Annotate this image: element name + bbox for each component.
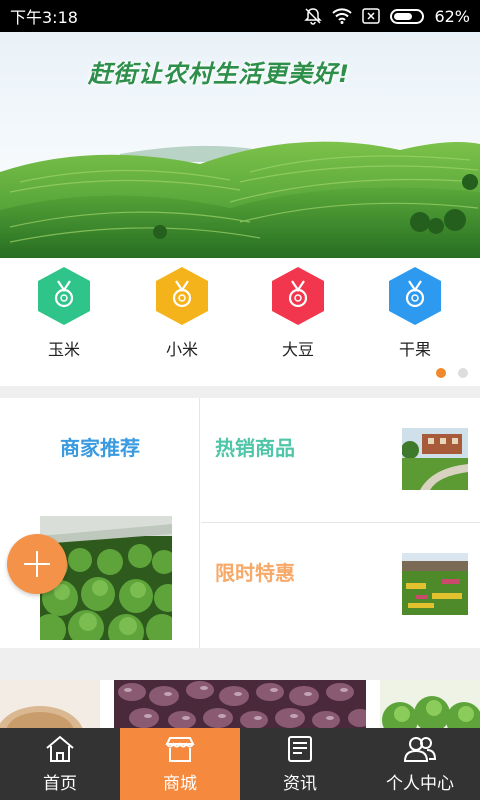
- pager-dot-active[interactable]: [436, 368, 446, 378]
- nav-item-profile[interactable]: 个人中心: [360, 728, 480, 800]
- limited-offer-title: 限时特惠: [215, 561, 295, 585]
- battery-icon: [390, 8, 425, 24]
- nav-item-news[interactable]: 资讯: [240, 728, 360, 800]
- hot-products-card[interactable]: 热销商品: [201, 398, 480, 523]
- merchant-recommend-title: 商家推荐: [60, 436, 140, 460]
- add-fab-button[interactable]: [7, 534, 67, 594]
- category-label: 小米: [165, 340, 198, 359]
- nav-label: 首页: [43, 773, 77, 794]
- home-icon: [46, 735, 74, 762]
- nav-item-home[interactable]: 首页: [0, 728, 120, 800]
- status-icons: 62%: [304, 7, 470, 26]
- news-icon: [288, 735, 312, 762]
- limited-offer-card[interactable]: 限时特惠: [201, 523, 480, 648]
- featured-section: 商家推荐 热销商品 限时特惠: [0, 398, 480, 648]
- medal-icon: [38, 267, 90, 325]
- users-icon: [403, 736, 437, 762]
- banner-slogan: 赶街让农村生活更美好!: [88, 60, 350, 88]
- category-carousel[interactable]: 玉米 小米 大豆 干果: [0, 258, 480, 386]
- category-item-corn[interactable]: 玉米: [24, 266, 104, 360]
- hero-banner[interactable]: 赶街让农村生活更美好!: [0, 32, 480, 258]
- wifi-icon: [332, 8, 353, 24]
- category-label: 大豆: [281, 340, 314, 359]
- section-divider: [0, 386, 480, 398]
- category-item-millet[interactable]: 小米: [142, 266, 222, 360]
- hot-products-image: [402, 428, 468, 490]
- battery-percent: 62%: [434, 6, 470, 26]
- shop-icon: [165, 736, 195, 762]
- carousel-pager: [436, 368, 468, 378]
- hot-products-title: 热销商品: [215, 436, 295, 460]
- section-divider: [0, 648, 480, 680]
- nav-item-shop[interactable]: 商城: [120, 728, 240, 800]
- medal-icon: [389, 267, 441, 325]
- category-item-dried-fruit[interactable]: 干果: [375, 266, 455, 360]
- bottom-nav: 首页 商城 资讯 个人中心: [0, 728, 480, 800]
- plus-icon: [24, 551, 50, 577]
- pager-dot[interactable]: [458, 368, 468, 378]
- category-label: 玉米: [47, 340, 80, 359]
- nav-label: 商城: [163, 773, 197, 794]
- status-time: 下午3:18: [10, 8, 78, 27]
- product-strip[interactable]: [0, 680, 480, 728]
- medal-icon: [272, 267, 324, 325]
- category-item-soybean[interactable]: 大豆: [258, 266, 338, 360]
- sim-off-icon: [362, 8, 381, 24]
- nav-label: 资讯: [283, 773, 317, 794]
- product-thumb-beans[interactable]: [114, 680, 366, 728]
- mute-bell-icon: [304, 7, 323, 25]
- nav-label: 个人中心: [386, 773, 454, 794]
- limited-offer-image: [402, 553, 468, 615]
- product-thumb-greens[interactable]: [380, 680, 480, 728]
- category-label: 干果: [398, 340, 431, 359]
- merchant-recommend-card[interactable]: 商家推荐: [0, 398, 200, 648]
- product-thumb-grain[interactable]: [0, 680, 100, 728]
- status-bar: 下午3:18 62%: [0, 0, 480, 32]
- medal-icon: [156, 267, 208, 325]
